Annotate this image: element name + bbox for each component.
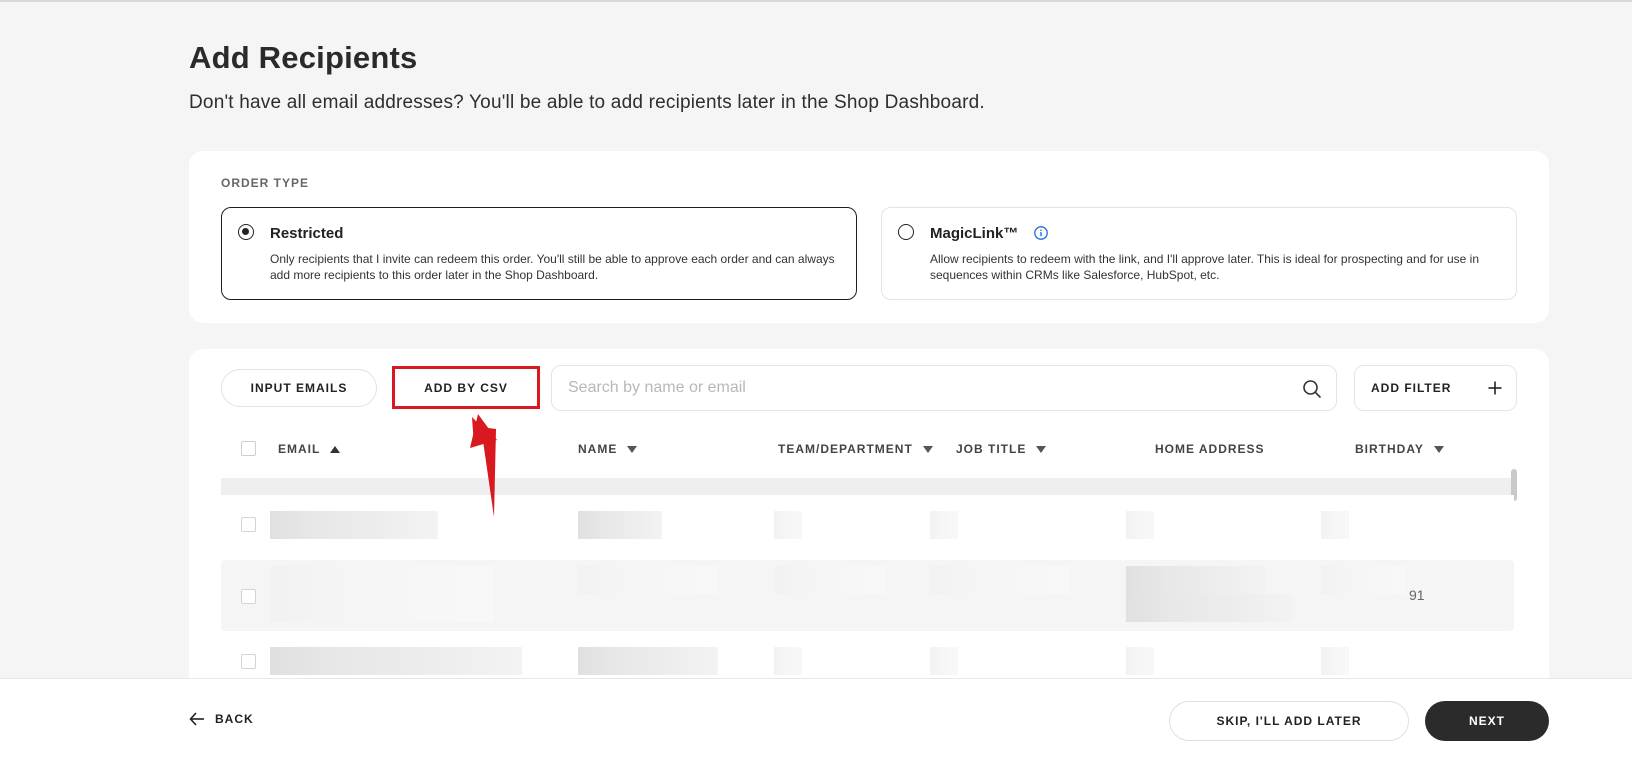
redacted-cell <box>578 566 718 594</box>
column-label-home-address: HOME ADDRESS <box>1155 442 1265 456</box>
row-checkbox[interactable] <box>241 589 256 604</box>
redacted-cell <box>1321 647 1349 675</box>
skip-button[interactable]: SKIP, I'LL ADD LATER <box>1169 701 1409 741</box>
redacted-cell <box>270 647 522 675</box>
sort-up-icon <box>330 445 341 453</box>
add-by-csv-button[interactable]: ADD BY CSV <box>392 366 540 409</box>
table-header-band <box>221 478 1514 495</box>
redacted-cell <box>774 566 886 594</box>
order-option-restricted[interactable]: Restricted Only recipients that I invite… <box>221 207 857 300</box>
table-row[interactable]: 91 <box>221 560 1514 631</box>
input-emails-button[interactable]: INPUT EMAILS <box>221 369 377 407</box>
order-option-magiclink[interactable]: MagicLink™ Allow recipients to redeem wi… <box>881 207 1517 300</box>
back-button[interactable]: BACK <box>189 712 254 726</box>
redacted-cell <box>578 647 718 675</box>
magiclink-radio[interactable] <box>898 224 914 240</box>
redacted-cell <box>930 566 1070 594</box>
column-header-name[interactable]: NAME <box>578 442 638 456</box>
redacted-cell <box>774 647 802 675</box>
restricted-radio[interactable] <box>238 224 254 240</box>
info-icon[interactable] <box>1034 226 1048 240</box>
sort-down-icon <box>627 445 638 453</box>
row-checkbox[interactable] <box>241 654 256 669</box>
column-header-job-title[interactable]: JOB TITLE <box>956 442 1047 456</box>
order-type-card: ORDER TYPE Restricted Only recipients th… <box>189 151 1549 323</box>
select-all-checkbox[interactable] <box>241 441 256 456</box>
column-label-email: EMAIL <box>278 442 321 456</box>
page-subtitle: Don't have all email addresses? You'll b… <box>189 92 985 113</box>
redacted-cell <box>930 511 958 539</box>
column-header-email[interactable]: EMAIL <box>278 442 341 456</box>
column-label-name: NAME <box>578 442 618 456</box>
redacted-cell <box>1321 511 1349 539</box>
add-filter-button[interactable]: ADD FILTER <box>1354 365 1517 411</box>
redacted-cell <box>270 566 494 594</box>
redacted-cell <box>1126 594 1294 622</box>
page-title: Add Recipients <box>189 40 418 75</box>
top-divider <box>0 0 1632 2</box>
redacted-cell <box>930 647 958 675</box>
column-label-team: TEAM/DEPARTMENT <box>778 442 913 456</box>
order-type-label: ORDER TYPE <box>221 176 310 190</box>
restricted-description: Only recipients that I invite can redeem… <box>270 252 835 282</box>
column-header-team[interactable]: TEAM/DEPARTMENT <box>778 442 933 456</box>
next-button[interactable]: NEXT <box>1425 701 1549 741</box>
redacted-cell <box>1126 511 1154 539</box>
search-input[interactable] <box>568 366 1268 410</box>
table-row[interactable] <box>221 495 1514 553</box>
sort-down-icon <box>1433 445 1444 453</box>
plus-icon <box>1488 381 1502 395</box>
row-checkbox[interactable] <box>241 517 256 532</box>
column-label-job-title: JOB TITLE <box>956 442 1027 456</box>
footer-bar: BACK SKIP, I'LL ADD LATER NEXT <box>0 678 1632 761</box>
redacted-cell <box>774 511 802 539</box>
magiclink-description: Allow recipients to redeem with the link… <box>930 252 1480 282</box>
back-label: BACK <box>215 712 254 726</box>
column-label-birthday: BIRTHDAY <box>1355 442 1424 456</box>
recipients-card: INPUT EMAILS ADD BY CSV ADD FILTER EMAIL… <box>189 349 1549 689</box>
redacted-cell <box>270 594 494 622</box>
magiclink-title: MagicLink™ <box>930 225 1019 242</box>
arrow-left-icon <box>189 712 204 726</box>
column-header-birthday[interactable]: BIRTHDAY <box>1355 442 1444 456</box>
search-field[interactable] <box>551 365 1337 411</box>
redacted-cell <box>270 511 438 539</box>
add-filter-label: ADD FILTER <box>1371 381 1452 395</box>
search-icon[interactable] <box>1302 379 1322 399</box>
redacted-cell <box>578 511 662 539</box>
sort-down-icon <box>922 445 933 453</box>
redacted-cell <box>1126 566 1266 594</box>
restricted-title: Restricted <box>270 225 344 242</box>
column-header-home-address[interactable]: HOME ADDRESS <box>1155 442 1265 456</box>
sort-down-icon <box>1036 445 1047 453</box>
redacted-cell <box>1126 647 1154 675</box>
birthday-fragment: 91 <box>1409 587 1425 603</box>
redacted-cell <box>1321 566 1405 594</box>
